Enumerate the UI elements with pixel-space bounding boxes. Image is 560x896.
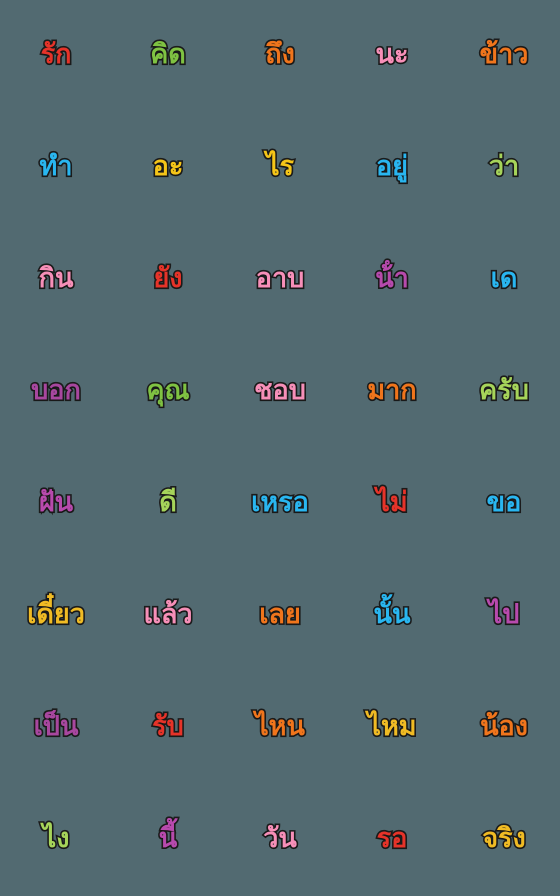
sticker-cell[interactable]: เหรอ — [224, 448, 336, 560]
sticker-word: ไหม — [366, 710, 418, 744]
sticker-word: อะ — [151, 150, 185, 184]
sticker-cell[interactable]: เด — [448, 224, 560, 336]
sticker-cell[interactable]: ขอ — [448, 448, 560, 560]
sticker-cell[interactable]: เป็น — [0, 672, 112, 784]
sticker-cell[interactable]: กิน — [0, 224, 112, 336]
sticker-word: เหรอ — [250, 486, 311, 520]
sticker-word: เดี๋ยว — [26, 598, 87, 632]
sticker-cell[interactable]: อาบ — [224, 224, 336, 336]
sticker-word: ฝัน — [37, 486, 75, 520]
sticker-cell[interactable]: ชอบ — [224, 336, 336, 448]
sticker-word: เป็น — [32, 710, 80, 744]
sticker-word: รัก — [39, 38, 73, 72]
sticker-word: อยู่ — [374, 150, 409, 184]
sticker-word: ข้าว — [478, 38, 530, 72]
sticker-cell[interactable]: ถึง — [224, 0, 336, 112]
sticker-word: ไม่ — [375, 486, 410, 520]
sticker-word: ชอบ — [253, 374, 308, 408]
sticker-cell[interactable]: รัก — [0, 0, 112, 112]
sticker-word: น้อง — [478, 710, 529, 744]
sticker-cell[interactable]: ฝัน — [0, 448, 112, 560]
sticker-cell[interactable]: นั้น — [336, 560, 448, 672]
sticker-word: ไหน — [253, 710, 306, 744]
sticker-word: คุณ — [145, 374, 191, 408]
sticker-word: นั้น — [372, 598, 412, 632]
sticker-cell[interactable]: บอก — [0, 336, 112, 448]
sticker-cell[interactable]: น้ํา — [336, 224, 448, 336]
sticker-word: ขอ — [485, 486, 523, 520]
sticker-word: บอก — [30, 374, 83, 408]
sticker-cell[interactable]: เลย — [224, 560, 336, 672]
sticker-word: รอ — [375, 822, 409, 856]
sticker-word: มาก — [366, 374, 419, 408]
sticker-word: ยัง — [152, 262, 184, 296]
sticker-word: คิด — [149, 38, 188, 72]
sticker-word: ครับ — [478, 374, 531, 408]
sticker-cell[interactable]: รับ — [112, 672, 224, 784]
sticker-cell[interactable]: อยู่ — [336, 112, 448, 224]
sticker-word: ไร — [264, 150, 295, 184]
sticker-cell[interactable]: คิด — [112, 0, 224, 112]
sticker-cell[interactable]: ไป — [448, 560, 560, 672]
sticker-cell[interactable]: ครับ — [448, 336, 560, 448]
sticker-word: เด — [489, 262, 519, 296]
sticker-cell[interactable]: ทํา — [0, 112, 112, 224]
sticker-grid: รัก คิด ถึง นะ ข้าว ทํา อะ ไร อยู่ ว่า กิน ยัง อาบ น้… — [0, 0, 560, 896]
sticker-word: แล้ว — [142, 598, 194, 632]
sticker-cell[interactable]: มาก — [336, 336, 448, 448]
sticker-cell[interactable]: แล้ว — [112, 560, 224, 672]
sticker-word: ถึง — [264, 38, 297, 72]
sticker-word: กิน — [37, 262, 75, 296]
sticker-word: นี้ — [157, 822, 179, 856]
sticker-cell[interactable]: ไร — [224, 112, 336, 224]
sticker-word: นะ — [374, 38, 410, 72]
sticker-word: ว่า — [487, 150, 521, 184]
sticker-word: ไป — [487, 598, 521, 632]
sticker-cell[interactable]: จริง — [448, 784, 560, 896]
sticker-word: วัน — [262, 822, 299, 856]
sticker-word: ทํา — [38, 150, 74, 184]
sticker-word: อาบ — [254, 262, 306, 296]
sticker-cell[interactable]: อะ — [112, 112, 224, 224]
sticker-cell[interactable]: เดี๋ยว — [0, 560, 112, 672]
sticker-cell[interactable]: ดี — [112, 448, 224, 560]
sticker-word: ดี — [158, 486, 179, 520]
sticker-cell[interactable]: คุณ — [112, 336, 224, 448]
sticker-cell[interactable]: รอ — [336, 784, 448, 896]
sticker-cell[interactable]: ยัง — [112, 224, 224, 336]
sticker-word: เลย — [258, 598, 303, 632]
sticker-word: รับ — [151, 710, 186, 744]
sticker-cell[interactable]: ไหน — [224, 672, 336, 784]
sticker-cell[interactable]: ว่า — [448, 112, 560, 224]
sticker-cell[interactable]: ไหม — [336, 672, 448, 784]
sticker-cell[interactable]: ข้าว — [448, 0, 560, 112]
sticker-word: จริง — [481, 822, 528, 856]
sticker-cell[interactable]: นี้ — [112, 784, 224, 896]
sticker-cell[interactable]: วัน — [224, 784, 336, 896]
sticker-word: ไง — [41, 822, 71, 856]
sticker-cell[interactable]: ไม่ — [336, 448, 448, 560]
sticker-cell[interactable]: ไง — [0, 784, 112, 896]
sticker-cell[interactable]: นะ — [336, 0, 448, 112]
sticker-cell[interactable]: น้อง — [448, 672, 560, 784]
sticker-word: น้ํา — [374, 262, 411, 296]
